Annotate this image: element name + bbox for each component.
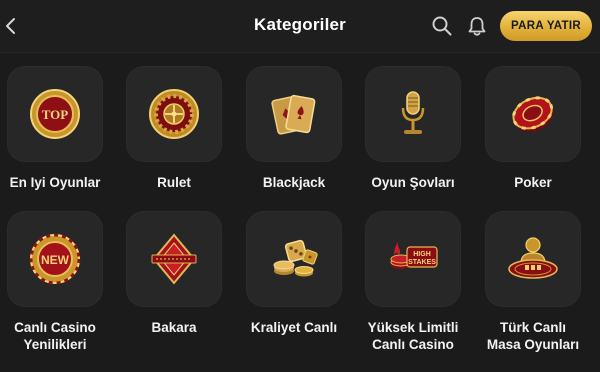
search-icon[interactable] (431, 15, 453, 37)
category-roulette[interactable]: Rulet (115, 66, 233, 191)
category-turkish-live-tables[interactable]: Türk Canlı Masa Oyunları (474, 211, 592, 353)
poker-chip-icon (512, 96, 554, 132)
top-badge-icon: TOP (30, 89, 80, 139)
category-tile (126, 66, 222, 162)
category-tile (365, 66, 461, 162)
category-top-games[interactable]: TOP En Iyi Oyunlar (0, 66, 114, 191)
baccarat-diamond-icon (151, 233, 197, 285)
dice-coins-icon (273, 239, 318, 277)
top-badge-text: TOP (42, 107, 69, 122)
category-label: Blackjack (262, 175, 326, 190)
category-label: Oyun Şovları (371, 175, 455, 190)
category-high-limit-live[interactable]: HIGH STAKES Yüksek Limitli Canlı Casino (354, 211, 472, 353)
microphone-icon (401, 91, 425, 134)
category-label: Canlı Casino Yenilikleri (14, 320, 96, 352)
new-badge-icon: NEW (29, 233, 81, 285)
category-label: Rulet (157, 175, 191, 190)
category-label: Yüksek Limitli Canlı Casino (367, 320, 459, 352)
playing-cards-icon (271, 94, 316, 135)
high-stakes-icon: HIGH STAKES (390, 241, 438, 269)
category-tile: NEW (7, 211, 103, 307)
category-label: Bakara (151, 320, 197, 335)
category-blackjack[interactable]: Blackjack (235, 66, 353, 191)
category-baccarat[interactable]: Bakara (115, 211, 233, 336)
bell-icon[interactable] (466, 15, 488, 37)
category-tile: HIGH STAKES (365, 211, 461, 307)
category-tile (246, 66, 342, 162)
category-tile (126, 211, 222, 307)
category-label: En Iyi Oyunlar (9, 175, 101, 190)
category-tile (246, 211, 342, 307)
roulette-wheel-icon (149, 89, 199, 139)
top-bar: Kategoriler PARA YATIR (0, 0, 600, 53)
category-game-shows[interactable]: Oyun Şovları (354, 66, 472, 191)
category-new-live-casino[interactable]: NEW Canlı Casino Yenilikleri (0, 211, 114, 353)
category-royal-live[interactable]: Kraliyet Canlı (235, 211, 353, 336)
deposit-button[interactable]: PARA YATIR (500, 11, 592, 41)
category-tile (485, 66, 581, 162)
category-poker[interactable]: Poker (474, 66, 592, 191)
category-tile: TOP (7, 66, 103, 162)
category-label: Türk Canlı Masa Oyunları (486, 320, 580, 352)
category-label: Kraliyet Canlı (250, 320, 338, 335)
category-label: Poker (514, 175, 552, 190)
category-tile (485, 211, 581, 307)
dealer-table-icon (508, 237, 558, 279)
new-badge-text: NEW (41, 253, 70, 267)
